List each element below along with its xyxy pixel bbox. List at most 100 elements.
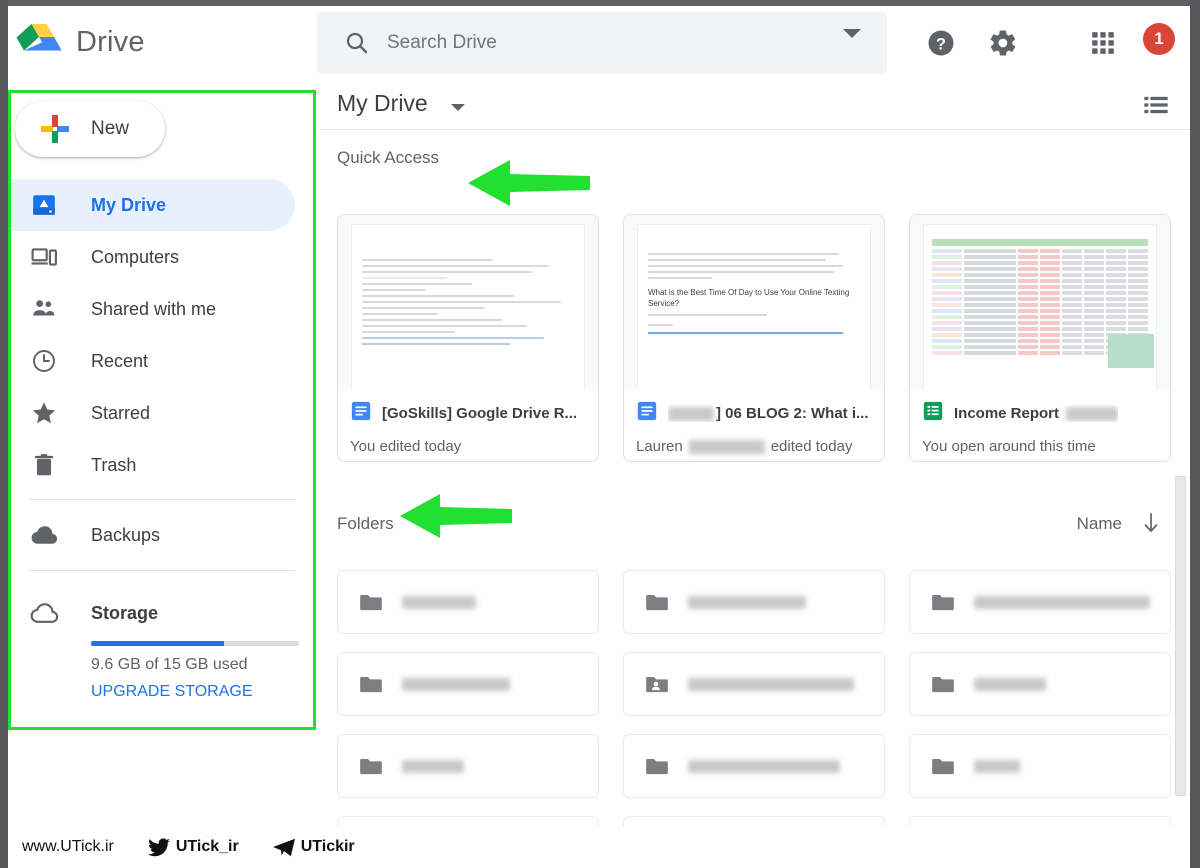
clock-icon — [29, 346, 59, 376]
sidebar-item-shared-with-me[interactable]: Shared with me — [11, 283, 313, 335]
file-subtitle: You edited today — [350, 438, 586, 455]
folder-card[interactable] — [623, 570, 885, 634]
sidebar-item-label: My Drive — [91, 194, 167, 215]
upgrade-storage-link[interactable]: UPGRADE STORAGE — [91, 683, 253, 701]
folder-card[interactable] — [337, 570, 599, 634]
file-subtitle: You open around this time — [922, 438, 1158, 455]
sidebar-item-label: Starred — [91, 402, 151, 423]
folders-grid — [337, 570, 1173, 868]
svg-text:?: ? — [936, 35, 946, 53]
folder-card[interactable] — [337, 652, 599, 716]
folder-card[interactable] — [623, 652, 885, 716]
quick-access-card[interactable]: What is the Best Time Of Day to Use Your… — [623, 214, 885, 462]
notification-badge[interactable]: 1 — [1143, 23, 1175, 55]
redacted-text — [668, 407, 714, 422]
sidebar-item-label: Shared with me — [91, 298, 217, 319]
sidebar: New My Drive Computers Shared with me Re… — [8, 90, 316, 730]
window-frame-right — [1190, 0, 1200, 868]
folder-name — [402, 759, 464, 773]
folder-name — [402, 595, 476, 609]
new-button[interactable]: New — [15, 101, 165, 157]
watermark-site: www.UTick.ir — [22, 838, 114, 856]
arrow-down-icon[interactable] — [1140, 510, 1162, 541]
settings-gear-icon[interactable] — [988, 28, 1018, 63]
quick-access-card[interactable]: [GoSkills] Google Drive R... You edited … — [337, 214, 599, 462]
file-subtitle: Lauren edited today — [636, 438, 872, 455]
storage-progress-bar — [91, 641, 299, 646]
folder-card[interactable] — [909, 652, 1171, 716]
folder-name — [974, 677, 1046, 691]
folders-row — [337, 652, 1173, 716]
telegram-icon — [272, 838, 295, 856]
folder-name — [402, 677, 510, 691]
file-subtitle-text: You open around this time — [922, 438, 1096, 455]
folder-icon — [644, 753, 670, 779]
app-header: Drive ? — [8, 6, 1190, 81]
file-name: Income Report — [954, 405, 1119, 422]
twitter-icon — [147, 837, 170, 856]
trash-icon — [29, 450, 59, 480]
folder-name — [688, 759, 840, 773]
folders-title: Folders — [337, 514, 394, 533]
google-docs-icon — [350, 400, 372, 427]
folder-name — [974, 759, 1020, 773]
file-subtitle-prefix: Lauren — [636, 438, 683, 455]
watermark-telegram-text: UTickir — [300, 838, 355, 855]
help-icon[interactable]: ? — [926, 28, 956, 63]
folder-card[interactable] — [909, 734, 1171, 798]
star-icon — [29, 398, 59, 428]
folder-name — [974, 595, 1150, 609]
folder-icon — [358, 589, 384, 615]
sidebar-item-backups[interactable]: Backups — [11, 508, 313, 562]
sidebar-item-recent[interactable]: Recent — [11, 335, 313, 387]
sidebar-item-my-drive[interactable]: My Drive — [11, 179, 295, 231]
computers-icon — [29, 242, 59, 272]
quick-access-card[interactable]: Income Report You open around this time — [909, 214, 1171, 462]
storage-section: Storage 9.6 GB of 15 GB used UPGRADE STO… — [11, 593, 313, 701]
sidebar-item-label: Trash — [91, 454, 137, 475]
sidebar-item-label: Computers — [91, 246, 180, 267]
file-subtitle-text: You edited today — [350, 438, 462, 455]
breadcrumb[interactable]: My Drive — [337, 90, 428, 117]
google-apps-grid-icon[interactable] — [1090, 30, 1116, 61]
main-content: My Drive Quick Access [GoSkills] Google … — [319, 82, 1190, 868]
quick-access-grid: [GoSkills] Google Drive R... You edited … — [337, 214, 1173, 462]
watermark-site-text: www.UTick.ir — [22, 838, 114, 855]
search-icon — [345, 31, 369, 55]
vertical-scrollbar[interactable] — [1175, 476, 1186, 796]
folder-icon — [358, 671, 384, 697]
sidebar-item-starred[interactable]: Starred — [11, 387, 313, 439]
new-button-label: New — [91, 118, 130, 139]
chevron-down-icon[interactable] — [843, 29, 861, 55]
folder-card[interactable] — [909, 570, 1171, 634]
storage-label: Storage — [91, 602, 159, 623]
document-thumbnail — [338, 215, 598, 390]
sidebar-divider-1 — [29, 499, 295, 500]
google-drive-logo[interactable] — [16, 22, 62, 64]
google-sheets-icon — [922, 400, 944, 427]
search-bar[interactable] — [317, 12, 887, 74]
list-view-icon[interactable] — [1142, 91, 1170, 124]
folder-card[interactable] — [337, 734, 599, 798]
storage-used-text: 9.6 GB of 15 GB used — [91, 656, 248, 673]
sort-by-name-button[interactable]: Name — [1077, 514, 1122, 534]
search-input[interactable] — [385, 12, 805, 74]
google-docs-icon — [636, 400, 658, 427]
file-subtitle-text: edited today — [770, 438, 853, 455]
thumbnail-heading: What is the Best Time Of Day to Use Your… — [648, 288, 850, 308]
folder-icon — [644, 589, 670, 615]
file-name: [GoSkills] Google Drive R... — [382, 405, 578, 422]
sidebar-item-trash[interactable]: Trash — [11, 439, 313, 491]
redacted-text — [1066, 407, 1119, 422]
sidebar-item-computers[interactable]: Computers — [11, 231, 313, 283]
chevron-down-icon[interactable] — [451, 104, 465, 111]
watermark-twitter: UTick_ir — [147, 837, 239, 857]
page-title: Drive — [76, 26, 145, 58]
watermark-footer: www.UTick.ir UTick_ir UTickir — [8, 826, 1190, 868]
quick-access-title: Quick Access — [337, 148, 440, 167]
folder-name — [688, 595, 806, 609]
drive-app: Drive ? — [8, 6, 1190, 868]
document-thumbnail: What is the Best Time Of Day to Use Your… — [624, 215, 884, 390]
folder-card[interactable] — [623, 734, 885, 798]
folder-icon — [358, 753, 384, 779]
